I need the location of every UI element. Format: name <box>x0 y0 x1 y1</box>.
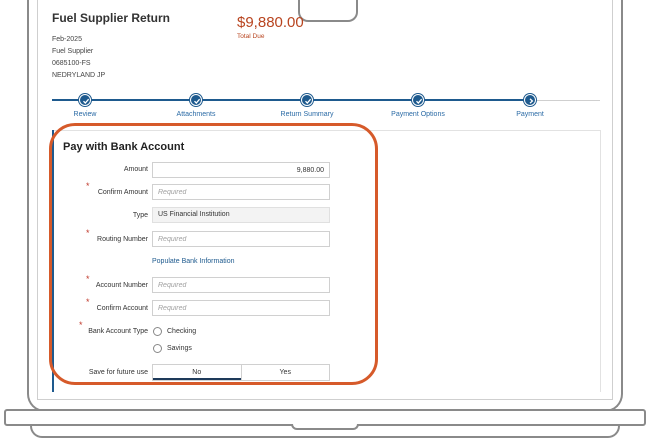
step-payment-current-icon[interactable] <box>524 94 536 106</box>
account-type: Fuel Supplier <box>52 48 94 55</box>
step-label-payment[interactable]: Payment <box>516 111 544 118</box>
highlight-annotation <box>49 123 378 385</box>
step-review-check-icon[interactable] <box>79 94 91 106</box>
step-payment-options-check-icon[interactable] <box>412 94 424 106</box>
step-return-summary-check-icon[interactable] <box>301 94 313 106</box>
step-label-review[interactable]: Review <box>74 111 97 118</box>
stepper-progress-line <box>52 99 530 101</box>
step-attachments-check-icon[interactable] <box>190 94 202 106</box>
step-label-attachments[interactable]: Attachments <box>177 111 216 118</box>
laptop-trackpad-notch <box>291 424 359 430</box>
total-due-amount: $9,880.00 <box>237 14 304 31</box>
return-title: Fuel Supplier Return <box>52 11 171 25</box>
return-period: Feb-2025 <box>52 36 82 43</box>
stepper-remaining-line <box>530 100 600 101</box>
account-id: 0685100-FS <box>52 60 91 67</box>
step-label-return-summary[interactable]: Return Summary <box>281 111 334 118</box>
laptop-camera-notch <box>298 0 358 22</box>
taxpayer-name: NEDRYLAND JP <box>52 72 106 79</box>
step-label-payment-options[interactable]: Payment Options <box>391 111 445 118</box>
total-due-label: Total Due <box>237 33 265 40</box>
